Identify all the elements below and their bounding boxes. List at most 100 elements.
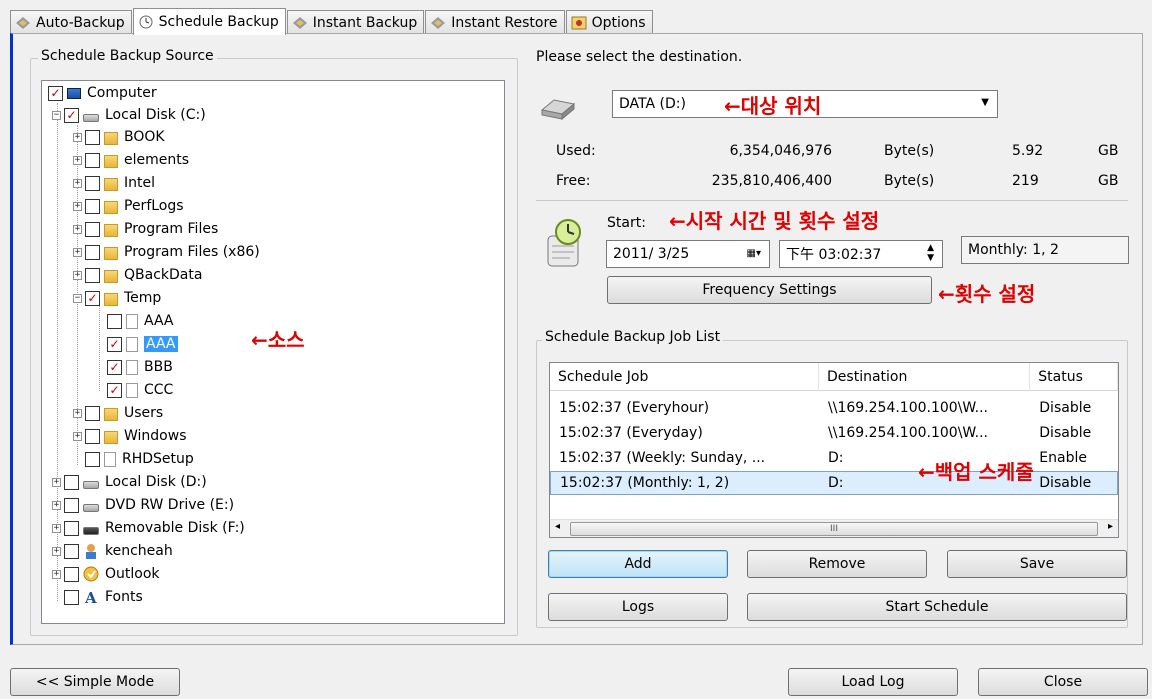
- checkbox[interactable]: ✓: [107, 382, 122, 398]
- logs-button[interactable]: Logs: [548, 593, 728, 621]
- checkbox[interactable]: [64, 566, 79, 582]
- checkbox[interactable]: ✓: [64, 107, 79, 123]
- spinner-icon[interactable]: ▲ ▼: [927, 243, 934, 263]
- checkbox[interactable]: [64, 589, 79, 605]
- job-list[interactable]: Schedule Job Destination Status 15:02:37…: [549, 362, 1119, 538]
- horizontal-scrollbar[interactable]: ◂ III ▸: [550, 519, 1118, 537]
- tree-node-label: Users: [124, 405, 164, 421]
- start-schedule-button[interactable]: Start Schedule: [747, 593, 1127, 621]
- expand-icon[interactable]: +: [73, 247, 82, 257]
- folder-icon: [104, 177, 118, 191]
- expand-icon[interactable]: +: [73, 155, 82, 165]
- tree-node-ccc[interactable]: ✓ CCC: [107, 379, 173, 401]
- tree-node-removable-disk[interactable]: + Removable Disk (F:): [52, 517, 245, 539]
- tree-node-label: Temp: [124, 290, 162, 306]
- annotation-frequency: ←횟수 설정: [938, 282, 1036, 306]
- tree-node-aaa-1[interactable]: AAA: [107, 310, 174, 332]
- tab-bar: Auto-Backup Schedule Backup Instant Back…: [10, 8, 654, 35]
- start-time-picker[interactable]: 下午 03:02:37 ▲ ▼: [779, 240, 943, 268]
- scroll-thumb[interactable]: III: [570, 522, 1098, 536]
- expand-icon[interactable]: +: [52, 523, 61, 533]
- remove-button[interactable]: Remove: [747, 550, 927, 578]
- table-row[interactable]: 15:02:37 (Everyday) \\169.254.100.100\W.…: [550, 421, 1118, 445]
- expand-icon[interactable]: +: [73, 270, 82, 280]
- collapse-icon[interactable]: −: [52, 110, 61, 120]
- tree-node-dvd-drive[interactable]: + DVD RW Drive (E:): [52, 494, 234, 516]
- tab-auto-backup[interactable]: Auto-Backup: [10, 10, 132, 34]
- tree-node-local-disk-c[interactable]: − ✓ Local Disk (C:): [52, 104, 206, 126]
- expand-icon[interactable]: +: [73, 132, 82, 142]
- tree-node-perflogs[interactable]: + PerfLogs: [73, 195, 184, 217]
- checkbox[interactable]: [85, 267, 100, 283]
- checkbox[interactable]: [85, 175, 100, 191]
- table-row[interactable]: 15:02:37 (Everyhour) \\169.254.100.100\W…: [550, 396, 1118, 420]
- tree-node-fonts[interactable]: A Fonts: [64, 586, 143, 608]
- expand-icon[interactable]: +: [52, 546, 61, 556]
- source-group-label: Schedule Backup Source: [38, 48, 217, 64]
- tree-node-outlook[interactable]: + Outlook: [52, 563, 160, 585]
- tab-schedule-backup[interactable]: Schedule Backup: [132, 8, 286, 35]
- checkbox[interactable]: [64, 474, 79, 490]
- tree-node-qbackdata[interactable]: + QBackData: [73, 264, 202, 286]
- tab-options[interactable]: Options: [565, 10, 653, 34]
- scroll-right-icon[interactable]: ▸: [1108, 521, 1113, 532]
- tree-node-temp[interactable]: − ✓ Temp: [73, 287, 161, 309]
- tree-node-rhdsetup[interactable]: RHDSetup: [85, 448, 194, 470]
- destination-value: DATA (D:): [619, 96, 686, 112]
- tree-node-bbb[interactable]: ✓ BBB: [107, 356, 173, 378]
- start-date-picker[interactable]: 2011/ 3/25 ▦▾: [606, 240, 770, 268]
- tree-node-book[interactable]: + BOOK: [73, 126, 165, 148]
- tree-node-windows[interactable]: + Windows: [73, 425, 187, 447]
- checkbox[interactable]: ✓: [107, 359, 122, 375]
- checkbox[interactable]: [85, 428, 100, 444]
- checkbox[interactable]: [107, 313, 122, 329]
- scroll-left-icon[interactable]: ◂: [555, 521, 560, 532]
- checkbox[interactable]: ✓: [107, 336, 122, 352]
- expand-icon[interactable]: +: [73, 224, 82, 234]
- tree-node-computer[interactable]: ✓ Computer: [48, 82, 157, 104]
- tree-node-program-files-x86[interactable]: + Program Files (x86): [73, 241, 260, 263]
- checkbox[interactable]: ✓: [85, 290, 100, 306]
- column-schedule-job[interactable]: Schedule Job: [550, 363, 820, 391]
- checkbox[interactable]: [85, 451, 100, 467]
- tab-instant-backup[interactable]: Instant Backup: [286, 10, 425, 34]
- checkbox[interactable]: [85, 152, 100, 168]
- load-log-button[interactable]: Load Log: [788, 668, 958, 696]
- close-button[interactable]: Close: [978, 668, 1148, 696]
- checkbox[interactable]: [85, 198, 100, 214]
- checkbox[interactable]: [85, 405, 100, 421]
- frequency-settings-button[interactable]: Frequency Settings: [607, 276, 932, 304]
- expand-icon[interactable]: +: [73, 178, 82, 188]
- expand-icon[interactable]: +: [52, 500, 61, 510]
- tree-node-elements[interactable]: + elements: [73, 149, 189, 171]
- tree-node-kencheah[interactable]: + kencheah: [52, 540, 173, 562]
- collapse-icon[interactable]: −: [73, 293, 82, 303]
- checkbox[interactable]: [85, 221, 100, 237]
- tab-instant-restore[interactable]: Instant Restore: [425, 10, 565, 34]
- expand-icon[interactable]: +: [73, 201, 82, 211]
- checkbox[interactable]: [85, 244, 100, 260]
- expand-icon[interactable]: +: [73, 431, 82, 441]
- expand-icon[interactable]: +: [73, 408, 82, 418]
- column-status[interactable]: Status: [1030, 363, 1118, 391]
- simple-mode-button[interactable]: << Simple Mode: [10, 668, 180, 696]
- tree-node-aaa-2[interactable]: ✓ AAA: [107, 333, 178, 355]
- tree-node-label: Local Disk (D:): [105, 474, 207, 490]
- expand-icon[interactable]: +: [52, 569, 61, 579]
- save-button[interactable]: Save: [947, 550, 1127, 578]
- expand-icon[interactable]: +: [52, 477, 61, 487]
- job-cell: 15:02:37 (Weekly: Sunday, ...: [559, 450, 766, 466]
- checkbox[interactable]: ✓: [48, 85, 63, 101]
- tree-node-local-disk-d[interactable]: + Local Disk (D:): [52, 471, 207, 493]
- tree-node-users[interactable]: + Users: [73, 402, 163, 424]
- add-button[interactable]: Add: [548, 550, 728, 578]
- column-destination[interactable]: Destination: [819, 363, 1031, 391]
- tree-node-intel[interactable]: + Intel: [73, 172, 155, 194]
- folder-icon: [104, 223, 118, 237]
- checkbox[interactable]: [64, 497, 79, 513]
- status-cell: Enable: [1039, 450, 1087, 466]
- checkbox[interactable]: [85, 129, 100, 145]
- checkbox[interactable]: [64, 543, 79, 559]
- checkbox[interactable]: [64, 520, 79, 536]
- tree-node-program-files[interactable]: + Program Files: [73, 218, 218, 240]
